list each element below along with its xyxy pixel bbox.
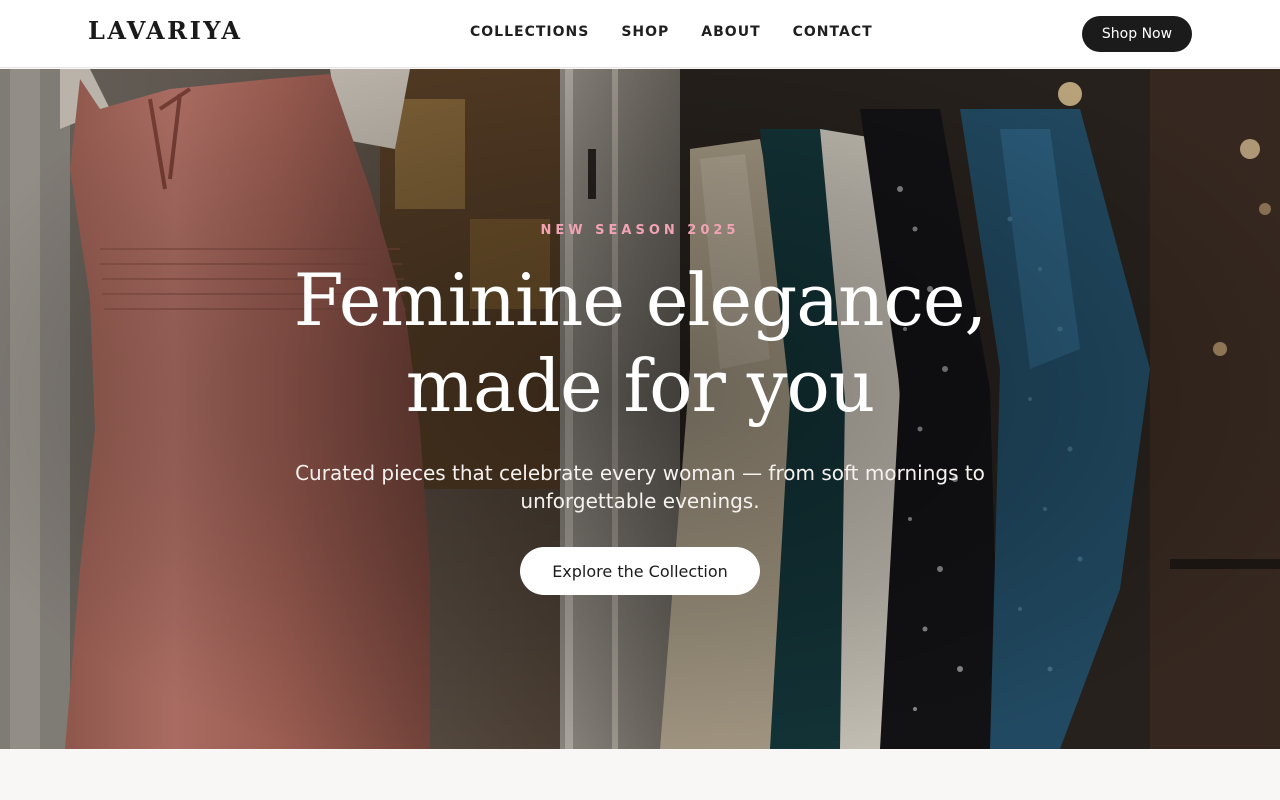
hero-headline-line-1: Feminine elegance, — [293, 258, 988, 342]
hero-subtitle: Curated pieces that celebrate every woma… — [295, 461, 985, 513]
next-section — [0, 749, 1280, 800]
hero-content: NEW SEASON 2025 Feminine elegance, made … — [0, 69, 1280, 749]
main-nav: COLLECTIONS SHOP ABOUT CONTACT — [470, 24, 873, 40]
nav-link-contact[interactable]: CONTACT — [793, 24, 873, 40]
hero-headline: Feminine elegance, made for you — [240, 257, 1040, 429]
explore-collection-button[interactable]: Explore the Collection — [520, 547, 760, 595]
nav-link-about[interactable]: ABOUT — [701, 24, 760, 40]
nav-link-shop[interactable]: SHOP — [621, 24, 669, 40]
nav-link-collections[interactable]: COLLECTIONS — [470, 24, 589, 40]
hero-eyebrow: NEW SEASON 2025 — [540, 223, 740, 238]
shop-now-button[interactable]: Shop Now — [1082, 16, 1192, 52]
hero-headline-line-2: made for you — [405, 344, 875, 428]
top-navbar: LAVARIYA COLLECTIONS SHOP ABOUT CONTACT … — [0, 0, 1280, 68]
hero-section: NEW SEASON 2025 Feminine elegance, made … — [0, 69, 1280, 749]
brand-logo[interactable]: LAVARIYA — [88, 16, 243, 45]
